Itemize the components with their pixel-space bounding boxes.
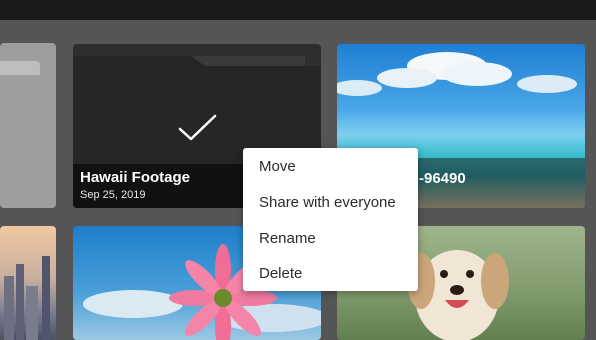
folder-tab — [0, 61, 40, 75]
menu-item-move[interactable]: Move — [259, 155, 296, 179]
image-tile-city[interactable] — [0, 226, 56, 340]
city-skyline — [4, 256, 50, 340]
context-menu: Move Share with everyone Rename Delete — [243, 148, 418, 291]
folder-title: Hawaii Footage — [80, 169, 191, 186]
top-bar — [0, 0, 596, 20]
menu-item-share[interactable]: Share with everyone — [259, 191, 396, 215]
folder-tile-partial[interactable] — [0, 43, 56, 208]
image-filename: -96490 — [419, 170, 466, 187]
menu-item-rename[interactable]: Rename — [259, 227, 316, 251]
menu-item-delete[interactable]: Delete — [259, 262, 302, 286]
checkmark-icon — [178, 114, 217, 141]
cloud-shapes — [337, 52, 577, 96]
folder-date: Sep 25, 2019 — [80, 189, 146, 201]
